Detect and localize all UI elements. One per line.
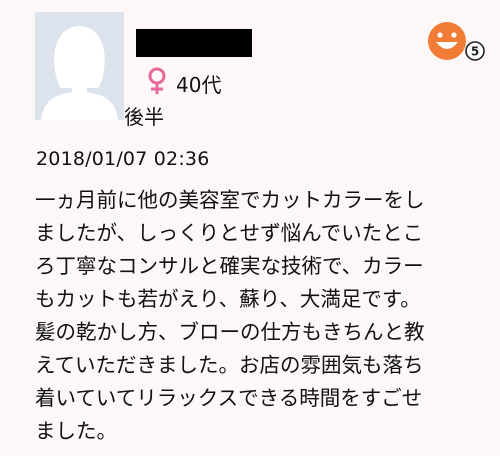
review-line: ましたが、しっくりとせず悩んでいたとこ xyxy=(35,221,424,245)
reviewer-age: 40代 xyxy=(176,73,222,97)
default-female-avatar-icon xyxy=(35,12,124,120)
review-line: ました。 xyxy=(35,419,117,443)
rating-badge: 5 xyxy=(426,18,488,64)
review-line: ろ丁寧なコンサルと確実な技術で、カラー xyxy=(35,254,424,278)
review-line: 一ヵ月前に他の美容室でカットカラーをし xyxy=(35,188,425,212)
review-line: もカットも若がえり、蘇り、大満足です。 xyxy=(35,287,421,311)
reviewer-age-suffix: 後半 xyxy=(124,105,164,129)
review-line: えていただきました。お店の雰囲気も落ち xyxy=(35,353,424,377)
rating-value: 5 xyxy=(471,45,479,59)
redacted-username xyxy=(136,29,252,57)
review-card: 40代 後半 5 2018/01/07 02:36 一ヵ月前に他の美容室でカット… xyxy=(0,0,500,456)
review-text: 一ヵ月前に他の美容室でカットカラーをし ましたが、しっくりとせず悩んでいたとこ … xyxy=(35,184,485,448)
review-line: 着いていてリラックスできる時間をすごせ xyxy=(35,386,423,410)
female-symbol-icon xyxy=(146,67,168,95)
smiley-face-icon: 5 xyxy=(428,22,485,61)
review-date: 2018/01/07 02:36 xyxy=(36,148,210,170)
review-line: 髪の乾かし方、ブローの仕方もきちんと教 xyxy=(35,320,425,344)
